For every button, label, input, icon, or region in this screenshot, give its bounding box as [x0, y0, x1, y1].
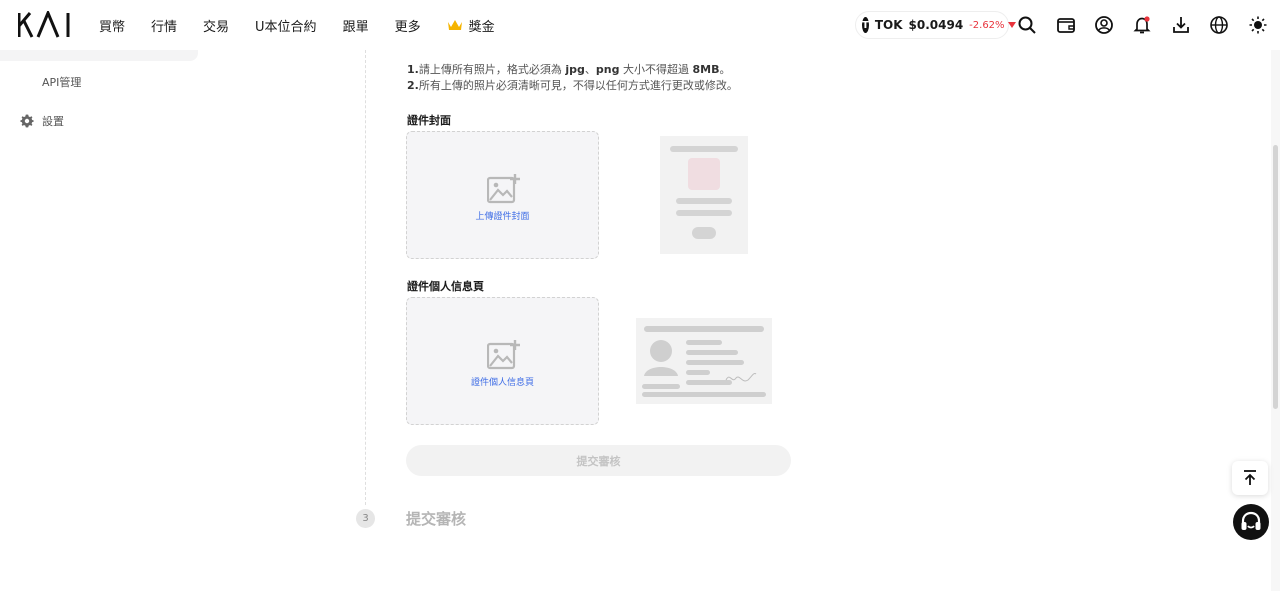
scrollbar-thumb[interactable]: [1273, 145, 1278, 409]
upload-doc-cover-text: 上傳證件封面: [475, 212, 530, 222]
globe-icon[interactable]: [1209, 15, 1229, 35]
nav-markets[interactable]: 行情: [151, 16, 177, 35]
kai-logo[interactable]: [18, 11, 76, 39]
note-separator: 、: [584, 63, 596, 76]
ticker-price: $0.0494: [908, 18, 964, 32]
doc-info-page-label: 證件個人信息頁: [407, 280, 484, 293]
submit-review-button[interactable]: 提交審核: [406, 445, 791, 476]
doc-cover-sample-image: [660, 136, 748, 254]
down-arrow-icon: [1007, 22, 1016, 28]
tok-coin-icon: T: [862, 17, 869, 33]
note-text: 。: [719, 63, 731, 76]
note-size-limit: 8MB: [692, 63, 720, 76]
note-format-png: png: [595, 63, 620, 76]
top-header: 買幣 行情 交易 U本位合約 跟單 更多 獎金 T TOK $0.0494 -2…: [0, 0, 1280, 50]
nav-buy-crypto[interactable]: 買幣: [99, 16, 125, 35]
upload-note-2: 2.所有上傳的照片必須清晰可見，不得以任何方式進行更改或修改。: [407, 77, 738, 93]
step-timeline-line: [365, 50, 366, 505]
add-image-icon: [487, 340, 520, 370]
nav-trade[interactable]: 交易: [203, 16, 229, 35]
gear-icon: [20, 114, 34, 128]
nav-usdt-futures[interactable]: U本位合約: [255, 16, 317, 35]
customer-support-button[interactable]: [1233, 504, 1269, 540]
back-to-top-button[interactable]: [1232, 461, 1268, 495]
upload-note-1: 1.請上傳所有照片，格式必須為 jpg、png 大小不得超過 8MB。: [407, 61, 730, 77]
note-text: 大小不得超過: [619, 63, 693, 76]
search-icon[interactable]: [1017, 15, 1037, 35]
user-icon[interactable]: [1094, 15, 1114, 35]
doc-cover-label: 證件封面: [407, 114, 451, 127]
sidebar-item-label: API管理: [42, 76, 82, 89]
upload-doc-cover[interactable]: 上傳證件封面: [406, 131, 599, 259]
note-text: 所有上傳的照片必須清晰可見，不得以任何方式進行更改或修改。: [418, 79, 738, 92]
headset-icon: [1241, 511, 1261, 530]
sidebar-active-item-bg[interactable]: [0, 50, 198, 61]
theme-sun-icon[interactable]: [1248, 15, 1268, 35]
crown-icon: [447, 20, 462, 30]
page-scrollbar[interactable]: [1271, 50, 1280, 591]
doc-info-page-sample-image: [636, 318, 772, 404]
upload-doc-info-page[interactable]: 證件個人信息頁: [406, 297, 599, 425]
step-title: 提交審核: [406, 510, 467, 528]
page: 買幣 行情 交易 U本位合約 跟單 更多 獎金 T TOK $0.0494 -2…: [0, 0, 1280, 591]
nav-rewards-label: 獎金: [468, 19, 495, 35]
nav-more[interactable]: 更多: [395, 16, 421, 35]
sidebar-item-settings[interactable]: 設置: [20, 113, 64, 129]
nav-copy-trading[interactable]: 跟單: [343, 16, 369, 35]
sidebar-item-label: 設置: [42, 115, 64, 128]
add-image-icon: [487, 174, 520, 204]
main-nav: 買幣 行情 交易 U本位合約 跟單 更多 獎金: [99, 0, 521, 50]
note-number: 2.: [407, 79, 419, 92]
upload-doc-info-page-text: 證件個人信息頁: [470, 378, 534, 388]
ticker-change: -2.62%: [969, 19, 1005, 31]
step-number-badge: 3: [356, 509, 375, 528]
ticker-widget[interactable]: T TOK $0.0494 -2.62%: [855, 11, 1016, 39]
note-text: 請上傳所有照片，格式必須為: [418, 63, 566, 76]
arrow-up-to-top-icon: [1244, 470, 1256, 485]
sidebar-item-api-management[interactable]: API管理: [42, 74, 81, 90]
note-format-jpg: jpg: [565, 63, 585, 76]
nav-rewards[interactable]: 獎金: [447, 16, 495, 35]
bell-icon[interactable]: [1132, 15, 1152, 35]
download-icon[interactable]: [1171, 15, 1191, 35]
ticker-symbol: TOK: [874, 18, 903, 32]
note-number: 1.: [407, 63, 419, 76]
wallet-icon[interactable]: [1056, 15, 1076, 35]
